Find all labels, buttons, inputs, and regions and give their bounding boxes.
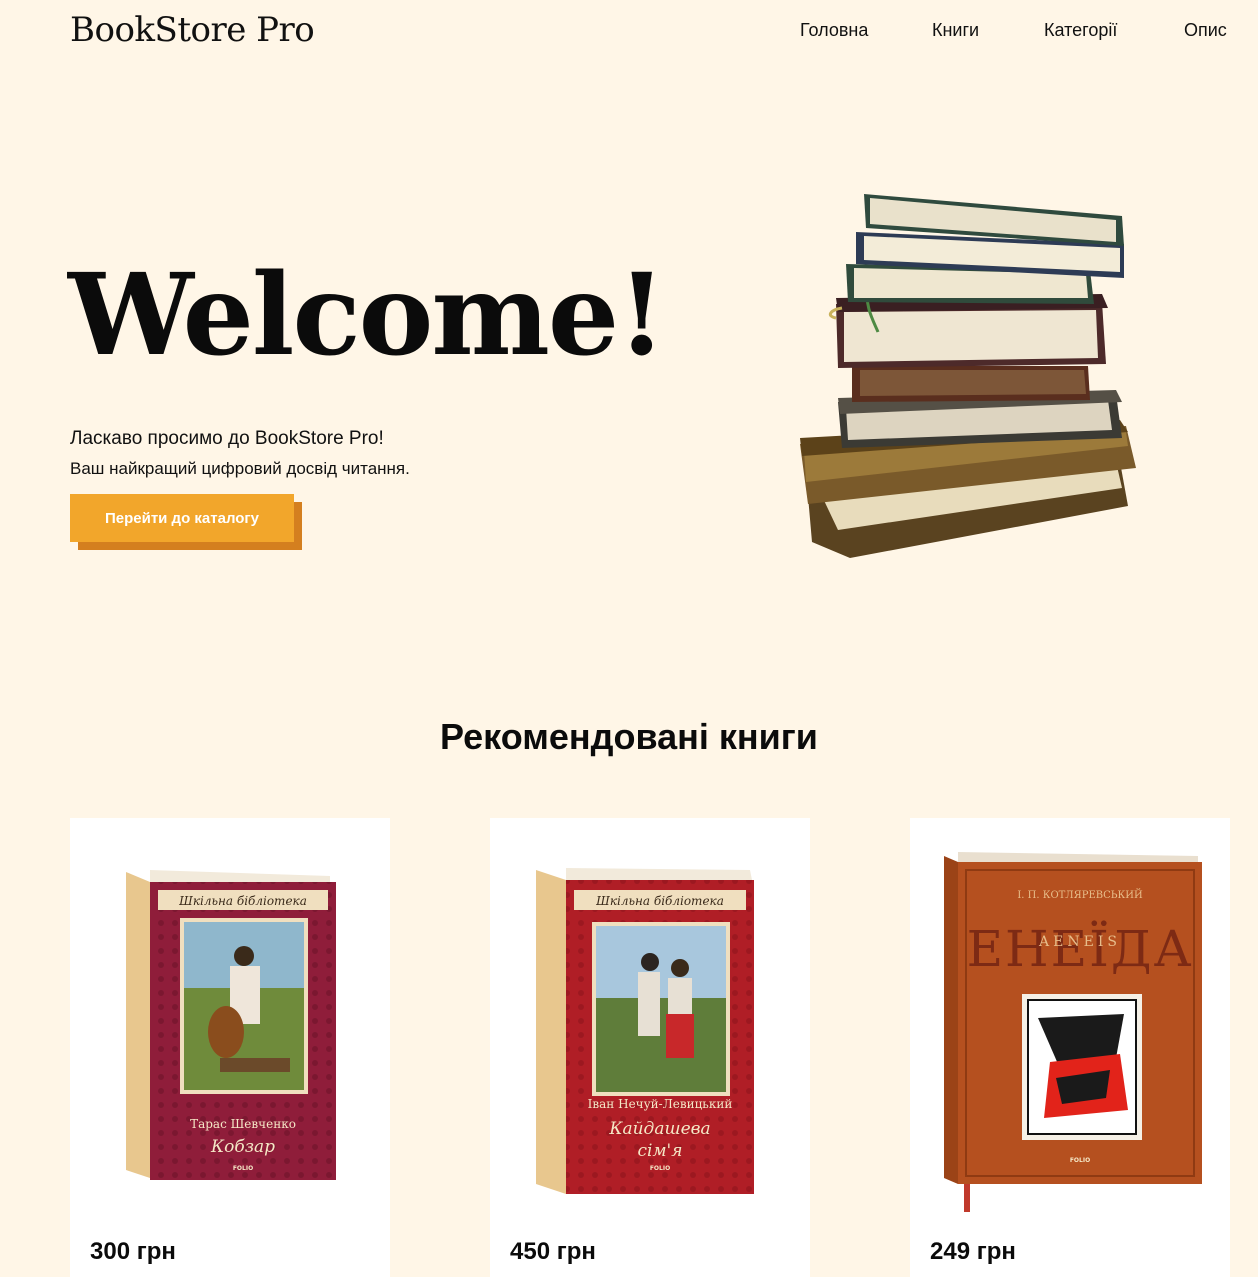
book-cover-eneida[interactable]: І. П. КОТЛЯРЕВСЬКИЙ ЕНЕЇДА AENEIS FOLIO [910,818,1230,1218]
book-price: 300 грн [90,1238,176,1265]
book-title: Кобзар [210,1137,275,1157]
book-author: Іван Нечуй-Левицький [588,1097,733,1111]
book-series-label: Шкільна бібліотека [178,894,307,908]
book-title: Кайдашева [608,1119,710,1139]
book-price: 450 грн [510,1238,596,1265]
book-card[interactable]: І. П. КОТЛЯРЕВСЬКИЙ ЕНЕЇДА AENEIS FOLIO … [910,818,1230,1277]
book-title-line2: сім'я [638,1141,683,1161]
site-header: BookStore Pro Головна Книги Категорії Оп… [0,0,1258,64]
main-nav: Головна Книги Категорії Опис [0,20,1258,44]
book-author: І. П. КОТЛЯРЕВСЬКИЙ [1017,889,1143,901]
spine [944,856,958,1184]
stack-book-4 [852,366,1090,402]
hero-tagline: Ваш найкращий цифровий досвід читання. [70,459,410,478]
book-cover-kobzar[interactable]: Шкільна бібліотека Тарас Шевченко Кобзар… [70,818,390,1218]
recommended-title: Рекомендовані книги [440,716,818,757]
spine [126,872,150,1178]
publisher-logo: FOLIO [650,1165,670,1172]
book-author: Тарас Шевченко [190,1117,296,1131]
book-card[interactable]: Шкільна бібліотека Іван Нечуй-Левицький … [490,818,810,1277]
book-stack-illustration [800,194,1136,558]
book-series-label: Шкільна бібліотека [595,894,724,908]
book-card[interactable]: Шкільна бібліотека Тарас Шевченко Кобзар… [70,818,390,1277]
nav-link-books[interactable]: Книги [932,20,979,41]
catalog-button-wrapper: Перейти до каталогу [70,494,302,550]
catalog-button[interactable]: Перейти до каталогу [70,494,294,542]
publisher-logo: FOLIO [1070,1157,1090,1164]
publisher-logo: FOLIO [233,1165,253,1172]
nav-link-home[interactable]: Головна [800,20,868,41]
hero-title: Welcome! [68,250,666,381]
book-title-overlay: AENEIS [1038,934,1121,950]
book-price: 249 грн [930,1238,1016,1265]
book-cover-kaidasheva-simia[interactable]: Шкільна бібліотека Іван Нечуй-Левицький … [490,818,810,1218]
nav-link-categories[interactable]: Категорії [1044,20,1117,41]
nav-link-about[interactable]: Опис [1184,20,1227,41]
hero-subtitle: Ласкаво просимо до BookStore Pro! [70,428,384,449]
bookmark-ribbon [964,1184,970,1212]
spine [536,870,566,1194]
